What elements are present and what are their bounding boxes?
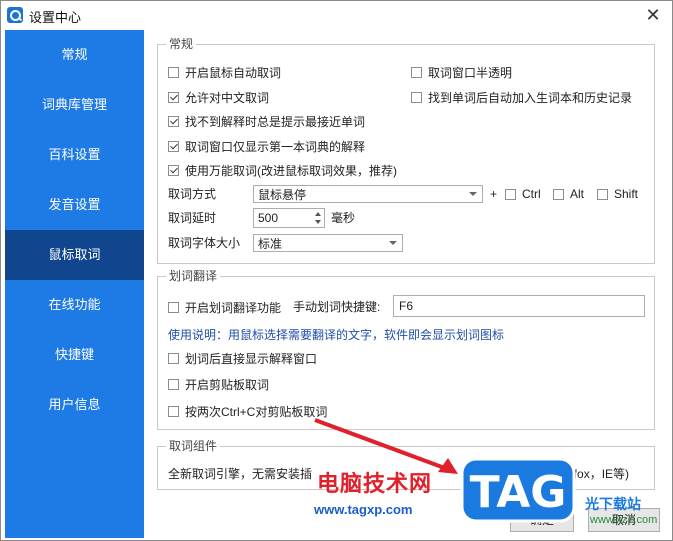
alt-checkbox[interactable]: Alt: [553, 185, 584, 203]
sidebar: 常规 词典库管理 百科设置 发音设置 鼠标取词 在线功能 快捷键 用户信息: [5, 30, 144, 538]
window-title: 设置中心: [29, 10, 82, 25]
ctrl-label: Ctrl: [522, 187, 541, 201]
stepper-arrows[interactable]: [312, 209, 324, 227]
translate-group-title: 划词翻译: [166, 268, 221, 284]
font-size-value: 标准: [258, 237, 283, 251]
auto-pick-label: 开启鼠标自动取词: [185, 65, 282, 80]
direct-show-label: 划词后直接显示解释窗口: [185, 351, 318, 366]
nearest-label: 找不到解释时总是提示最接近单词: [185, 114, 366, 129]
clipboard-checkbox[interactable]: 开启剪贴板取词: [168, 375, 269, 393]
chinese-box[interactable]: [168, 91, 179, 103]
auto-pick-checkbox[interactable]: 开启鼠标自动取词: [168, 63, 281, 81]
sidebar-item-mouse-capture[interactable]: 鼠标取词: [5, 230, 144, 280]
shift-box[interactable]: [597, 188, 608, 200]
delay-value: 500: [258, 211, 279, 225]
sidebar-item-general[interactable]: 常规: [5, 30, 144, 80]
svg-text:TAG: TAG: [470, 467, 567, 518]
title-bar: 设置中心 ✕: [1, 1, 672, 29]
first-dict-box[interactable]: [168, 140, 179, 152]
chevron-down-icon: [469, 192, 477, 196]
sidebar-item-user-info[interactable]: 用户信息: [5, 380, 144, 430]
delay-label: 取词延时: [168, 211, 217, 225]
delay-unit: 毫秒: [331, 211, 356, 225]
sidebar-item-dictionaries[interactable]: 词典库管理: [5, 80, 144, 130]
general-group-title: 常规: [166, 36, 197, 52]
chinese-label: 允许对中文取词: [185, 90, 270, 105]
translucent-label: 取词窗口半透明: [428, 65, 513, 80]
ctrlc-checkbox[interactable]: 按两次Ctrl+C对剪贴板取词: [168, 402, 327, 420]
universal-checkbox[interactable]: 使用万能取词(改进鼠标取词效果，推荐): [168, 161, 397, 179]
delay-stepper[interactable]: 500: [253, 208, 325, 228]
hotkey-label: 手动划词快捷键:: [293, 300, 381, 314]
universal-label: 使用万能取词(改进鼠标取词效果，推荐): [185, 163, 397, 178]
translucent-checkbox[interactable]: 取词窗口半透明: [411, 63, 512, 81]
ctrlc-box[interactable]: [168, 405, 179, 417]
sidebar-item-hotkeys[interactable]: 快捷键: [5, 330, 144, 380]
watermark-tag-logo: TAG: [460, 457, 576, 523]
watermark-side-url: www.xz7.com: [590, 514, 658, 526]
ctrlc-label: 按两次Ctrl+C对剪贴板取词: [185, 404, 328, 419]
add-history-label: 找到单词后自动加入生词本和历史记录: [428, 90, 633, 105]
font-size-select[interactable]: 标准: [253, 234, 403, 252]
add-history-checkbox[interactable]: 找到单词后自动加入生词本和历史记录: [411, 88, 632, 106]
alt-label: Alt: [570, 187, 585, 201]
translucent-box[interactable]: [411, 66, 422, 78]
shift-label: Shift: [614, 187, 639, 201]
translate-enable-label: 开启划词翻译功能: [185, 300, 282, 315]
component-group-title: 取词组件: [166, 438, 221, 454]
arrow-down-icon[interactable]: [315, 220, 321, 224]
app-search-icon: [7, 7, 23, 23]
ctrl-checkbox[interactable]: Ctrl: [505, 185, 541, 203]
arrow-up-icon[interactable]: [315, 212, 321, 216]
chinese-checkbox[interactable]: 允许对中文取词: [168, 88, 269, 106]
clipboard-box[interactable]: [168, 378, 179, 390]
hotkey-value: F6: [399, 299, 414, 313]
mode-value: 鼠标悬停: [258, 188, 307, 202]
sidebar-item-encyclopedia[interactable]: 百科设置: [5, 130, 144, 180]
universal-box[interactable]: [168, 164, 179, 176]
sidebar-item-online[interactable]: 在线功能: [5, 280, 144, 330]
watermark-text: 电脑技术网: [317, 471, 433, 496]
shift-checkbox[interactable]: Shift: [597, 185, 638, 203]
translate-enable-box[interactable]: [168, 301, 179, 313]
watermark-side-text: 光下载站: [585, 496, 641, 512]
watermark-url: www.tagxp.com: [314, 502, 413, 517]
ctrl-box[interactable]: [505, 188, 516, 200]
plus-sign: +: [490, 187, 498, 201]
clipboard-label: 开启剪贴板取词: [185, 377, 270, 392]
component-desc-left: 全新取词引擎，无需安装插: [168, 467, 313, 481]
translate-enable-checkbox[interactable]: 开启划词翻译功能: [168, 298, 281, 316]
font-size-label: 取词字体大小: [168, 236, 241, 250]
sidebar-item-pronunciation[interactable]: 发音设置: [5, 180, 144, 230]
add-history-box[interactable]: [411, 91, 422, 103]
alt-box[interactable]: [553, 188, 564, 200]
first-dict-label: 取词窗口仅显示第一本词典的解释: [185, 139, 366, 154]
close-button[interactable]: ✕: [642, 4, 664, 26]
mode-select[interactable]: 鼠标悬停: [253, 185, 483, 203]
nearest-box[interactable]: [168, 115, 179, 127]
direct-show-checkbox[interactable]: 划词后直接显示解释窗口: [168, 349, 317, 367]
direct-show-box[interactable]: [168, 352, 179, 364]
auto-pick-box[interactable]: [168, 66, 179, 78]
mode-label: 取词方式: [168, 187, 217, 201]
usage-note: 使用说明：用鼠标选择需要翻译的文字，软件即会显示划词图标: [168, 328, 505, 342]
nearest-checkbox[interactable]: 找不到解释时总是提示最接近单词: [168, 112, 365, 130]
hotkey-input[interactable]: F6: [393, 295, 645, 317]
chevron-down-icon: [389, 241, 397, 245]
first-dict-checkbox[interactable]: 取词窗口仅显示第一本词典的解释: [168, 137, 365, 155]
